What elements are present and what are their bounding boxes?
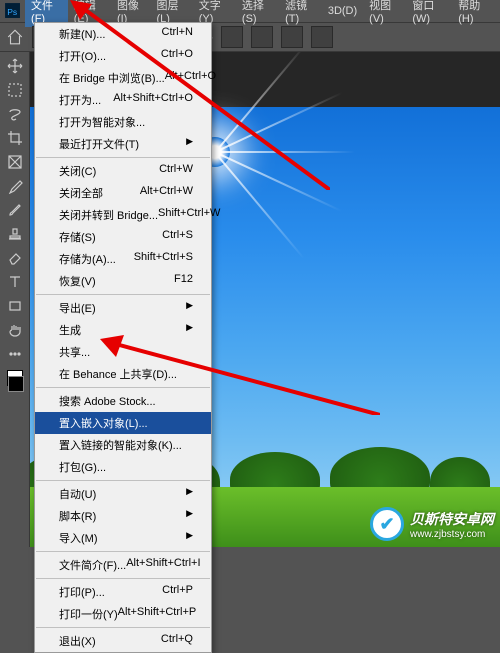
menu-item[interactable]: 存储为(A)... Shift+Ctrl+S <box>35 248 211 270</box>
menu-help[interactable]: 帮助(H) <box>452 0 496 27</box>
menu-item[interactable]: 打包(G)... <box>35 456 211 478</box>
home-icon[interactable] <box>6 28 24 46</box>
annotation-arrow <box>100 275 380 415</box>
type-tool[interactable] <box>2 270 28 294</box>
watermark-url: www.zjbstsy.com <box>410 529 494 540</box>
submenu-arrow-icon: ▶ <box>186 508 193 524</box>
menu-item-label: 文件简介(F)... <box>59 557 126 573</box>
menu-item-label: 自动(U) <box>59 486 96 502</box>
menu-item[interactable]: 脚本(R) ▶ <box>35 505 211 527</box>
menu-item-label: 导入(M) <box>59 530 98 546</box>
menu-item[interactable]: 存储(S) Ctrl+S <box>35 226 211 248</box>
menu-item-label: 共享... <box>59 344 90 360</box>
hand-tool[interactable] <box>2 318 28 342</box>
app-logo: Ps <box>4 1 21 21</box>
menu-item-label: 恢复(V) <box>59 273 96 289</box>
lasso-tool[interactable] <box>2 102 28 126</box>
menu-item-label: 置入嵌入对象(L)... <box>59 415 148 431</box>
move-tool[interactable] <box>2 54 28 78</box>
menu-view[interactable]: 视图(V) <box>363 0 406 27</box>
menu-item-label: 存储为(A)... <box>59 251 116 267</box>
rectangle-tool[interactable] <box>2 294 28 318</box>
menu-window[interactable]: 窗口(W) <box>406 0 452 27</box>
menu-item-label: 退出(X) <box>59 633 96 649</box>
watermark-badge-icon: ✔ <box>370 507 404 541</box>
menu-item[interactable]: 打印一份(Y)Alt+Shift+Ctrl+P <box>35 603 211 625</box>
stamp-tool[interactable] <box>2 222 28 246</box>
menu-item-label: 打包(G)... <box>59 459 106 475</box>
menu-item[interactable]: 置入嵌入对象(L)... <box>35 412 211 434</box>
submenu-arrow-icon: ▶ <box>186 486 193 502</box>
menu-item[interactable]: 自动(U) ▶ <box>35 483 211 505</box>
menu-item-label: 生成 <box>59 322 81 338</box>
watermark: ✔ 贝斯特安卓网 www.zjbstsy.com <box>370 507 494 541</box>
frame-tool[interactable] <box>2 150 28 174</box>
menu-separator <box>36 551 210 552</box>
more-tools[interactable] <box>2 342 28 366</box>
menu-item-shortcut: Alt+Shift+Ctrl+P <box>118 606 197 622</box>
menu-item-label: 打印一份(Y) <box>59 606 118 622</box>
menu-separator <box>36 480 210 481</box>
background-color[interactable] <box>8 376 24 392</box>
menu-item[interactable]: 打印(P)... Ctrl+P <box>35 581 211 603</box>
menu-item-shortcut: Ctrl+S <box>162 229 193 245</box>
menu-item-shortcut: Shift+Ctrl+S <box>134 251 193 267</box>
menu-item[interactable]: 文件简介(F)...Alt+Shift+Ctrl+I <box>35 554 211 576</box>
menu-item[interactable]: 退出(X) Ctrl+Q <box>35 630 211 652</box>
menu-item[interactable]: 关闭并转到 Bridge...Shift+Ctrl+W <box>35 204 211 226</box>
menu-item-label: 存储(S) <box>59 229 96 245</box>
menu-item-label: 打印(P)... <box>59 584 105 600</box>
eraser-tool[interactable] <box>2 246 28 270</box>
menu-item-label: 置入链接的智能对象(K)... <box>59 437 182 453</box>
marquee-tool[interactable] <box>2 78 28 102</box>
menu-item-shortcut: Alt+Shift+Ctrl+I <box>126 557 200 573</box>
svg-text:Ps: Ps <box>7 7 17 17</box>
annotation-arrow <box>70 0 330 190</box>
menu-item-label: 脚本(R) <box>59 508 96 524</box>
crop-tool[interactable] <box>2 126 28 150</box>
watermark-title: 贝斯特安卓网 <box>410 509 494 529</box>
tools-panel <box>0 52 30 547</box>
menu-item[interactable]: 置入链接的智能对象(K)... <box>35 434 211 456</box>
menu-item-shortcut: Shift+Ctrl+W <box>158 207 220 223</box>
menu-item-label: 关闭并转到 Bridge... <box>59 207 158 223</box>
menu-separator <box>36 578 210 579</box>
menu-item-label: 导出(E) <box>59 300 96 316</box>
menu-item-shortcut: Ctrl+P <box>162 584 193 600</box>
eyedropper-tool[interactable] <box>2 174 28 198</box>
brush-tool[interactable] <box>2 198 28 222</box>
submenu-arrow-icon: ▶ <box>186 530 193 546</box>
menu-separator <box>36 627 210 628</box>
menu-item-shortcut: Ctrl+Q <box>161 633 193 649</box>
menu-item[interactable]: 导入(M) ▶ <box>35 527 211 549</box>
